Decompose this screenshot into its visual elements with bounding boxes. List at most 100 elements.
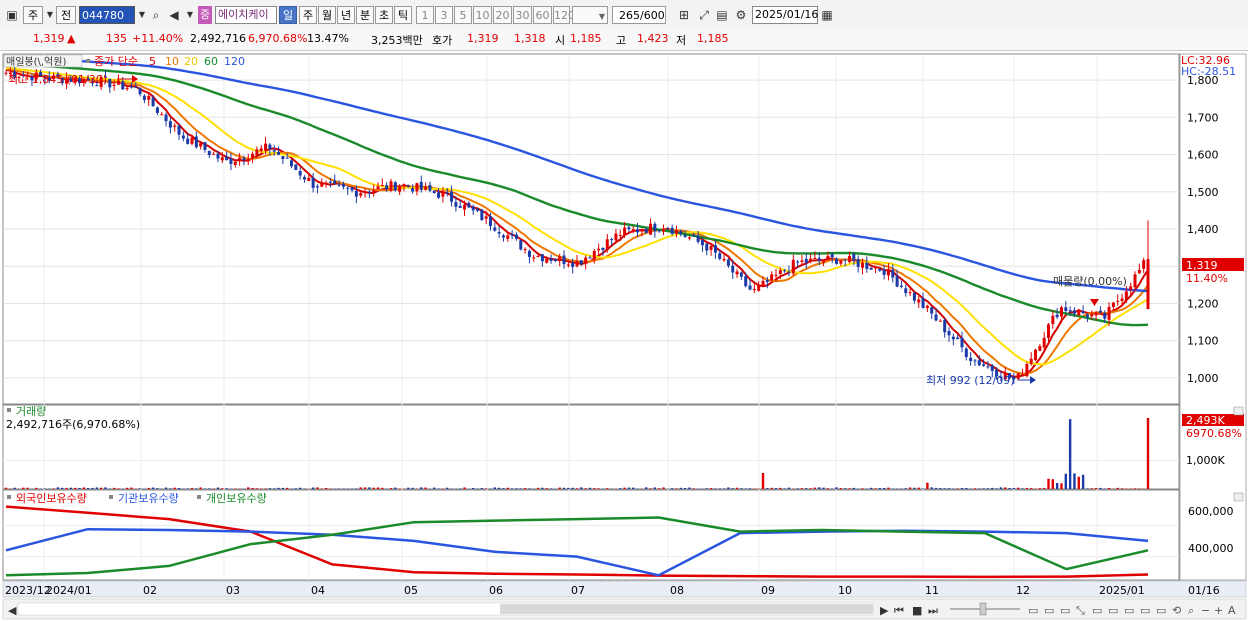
volume-close-icon[interactable] (1233, 406, 1244, 416)
save-icon[interactable]: ▤ (714, 6, 730, 24)
rewind-icon[interactable]: ⏮ (894, 604, 904, 617)
volume-bar (688, 487, 691, 489)
calendar-icon[interactable]: ▦ (819, 6, 835, 24)
interval-1[interactable]: 1 (416, 6, 434, 24)
layout-icon-4[interactable]: ⤡ (1076, 604, 1085, 617)
chart-tools-icon[interactable]: ⊞ (676, 6, 692, 24)
prev-button[interactable]: 전 (56, 6, 76, 24)
interval-20[interactable]: 20 (493, 6, 512, 24)
volume-bar (398, 488, 401, 489)
period-year[interactable]: 년 (337, 6, 355, 24)
candle-body (333, 180, 337, 184)
volume-bar (991, 487, 994, 489)
candle-body (636, 229, 640, 233)
candle-body (610, 239, 614, 241)
chart-canvas[interactable]: 1,0001,1001,2001,3001,4001,5001,6001,700… (0, 50, 1248, 621)
fast-forward-icon[interactable]: ⏭ (928, 604, 938, 617)
candle-body (566, 264, 570, 266)
period-day[interactable]: 일 (279, 6, 297, 24)
candle-body (722, 258, 726, 261)
scrollbar-thumb[interactable] (500, 604, 873, 614)
layout-icon-1[interactable]: ▭ (1028, 604, 1038, 617)
interval-120[interactable]: 120 (553, 6, 575, 24)
candle-body (129, 86, 133, 88)
volume-value: 2,492,716 (190, 32, 246, 45)
candle-body (268, 144, 272, 150)
layout-icon-9[interactable]: ▭ (1156, 604, 1166, 617)
zoom-out-icon[interactable]: − (1201, 604, 1210, 617)
zoom-plus-icon[interactable]: + (1214, 604, 1223, 617)
interval-custom-select[interactable]: ▼ (572, 6, 608, 24)
candle-body (649, 223, 653, 235)
candle-body (142, 95, 146, 100)
candle-body (458, 206, 462, 208)
volume-bar (1008, 488, 1011, 489)
volume-bar (104, 487, 107, 489)
period-tick[interactable]: 틱 (394, 6, 412, 24)
volume-bar (606, 488, 609, 489)
volume-bar (264, 488, 267, 489)
candle-body (454, 202, 458, 207)
drawing-tools-icon[interactable]: ⤢ (696, 6, 712, 24)
candle-body (1094, 312, 1098, 316)
scroll-left-icon[interactable]: ◀ (8, 604, 17, 617)
scroll-right-icon[interactable]: ▶ (880, 604, 889, 617)
speaker-dropdown-icon[interactable]: ▼ (182, 6, 198, 24)
date-input[interactable]: 2025/01/16 (752, 6, 818, 24)
layout-icon-8[interactable]: ▭ (1140, 604, 1150, 617)
zoom-slider-handle[interactable] (979, 602, 987, 616)
period-second[interactable]: 초 (375, 6, 393, 24)
holding-close-icon[interactable] (1233, 492, 1244, 502)
stop-icon[interactable]: ■ (912, 604, 922, 617)
volume-bar (588, 487, 592, 489)
x-tick-label: 2024/01 (46, 584, 92, 597)
search-icon[interactable]: ⌕ (148, 6, 164, 24)
candle-body (592, 251, 596, 260)
holding-legend-marker (7, 495, 11, 499)
volume-bar (52, 488, 55, 489)
layout-icon-2[interactable]: ▭ (1044, 604, 1054, 617)
period-week[interactable]: 주 (299, 6, 317, 24)
stock-code-input[interactable]: 044780 (79, 6, 135, 24)
low-annotation: 최저 992 (12/09) (926, 374, 1015, 387)
speaker-icon[interactable]: ◀ (166, 6, 182, 24)
interval-60[interactable]: 60 (533, 6, 552, 24)
text-tool-icon[interactable]: A (1228, 604, 1236, 617)
reset-icon[interactable]: ⟲ (1172, 604, 1181, 617)
zoom-in-icon[interactable]: ⌕ (1188, 604, 1194, 617)
volume-bar (692, 488, 695, 489)
count-input[interactable]: 265/600 (612, 6, 666, 24)
interval-3[interactable]: 3 (435, 6, 453, 24)
x-axis-bar (2, 580, 1247, 598)
gear-icon[interactable]: ⚙ (733, 6, 749, 24)
volume-bar (839, 488, 843, 489)
volume-bar (147, 487, 150, 489)
x-tick-label: 11 (925, 584, 939, 597)
candle-body (501, 235, 505, 238)
layout-icon-5[interactable]: ▭ (1092, 604, 1102, 617)
volume-bar (459, 488, 462, 489)
interval-30[interactable]: 30 (513, 6, 532, 24)
candle-body (346, 187, 350, 189)
volume-bar (65, 487, 68, 489)
candle-body (778, 270, 782, 274)
period-minute[interactable]: 분 (356, 6, 374, 24)
candle-body (229, 158, 233, 164)
layout-icon-3[interactable]: ▭ (1060, 604, 1070, 617)
volume-bar (917, 487, 920, 489)
layout-icon-7[interactable]: ▭ (1124, 604, 1134, 617)
interval-10[interactable]: 10 (473, 6, 492, 24)
volume-bar (908, 487, 912, 489)
window-menu-icon[interactable]: ▣ (4, 6, 20, 24)
layout-icon-6[interactable]: ▭ (1108, 604, 1118, 617)
candle-body (311, 177, 315, 188)
period-month[interactable]: 월 (318, 6, 336, 24)
market-select[interactable]: 주 (23, 6, 43, 24)
volume-bar (506, 487, 509, 489)
volume-bar (203, 488, 207, 489)
volume-bar (818, 487, 821, 489)
candle-body (389, 181, 393, 191)
candle-body (770, 274, 774, 281)
interval-5[interactable]: 5 (454, 6, 472, 24)
volume-bar (1094, 488, 1098, 489)
